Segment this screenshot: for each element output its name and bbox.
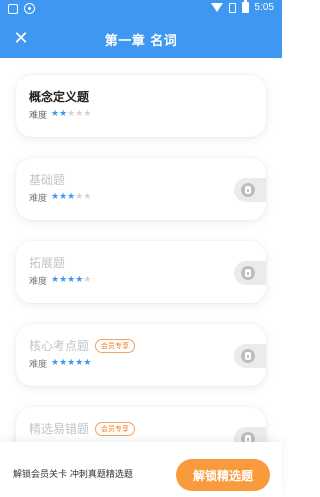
lock-indicator — [234, 344, 266, 368]
difficulty-stars: ★★★★★ — [51, 359, 91, 368]
star-filled-icon: ★ — [51, 192, 60, 202]
card-title: 核心考点题 会员专享 — [29, 337, 136, 354]
question-type-card[interactable]: 核心考点题 会员专享 难度 ★ ★ ★ ★ ★ — [16, 324, 266, 386]
card-title-text: 概念定义题 — [29, 90, 90, 104]
question-type-card[interactable]: 概念定义题 难度 ★ ★ ★ ★ ★ — [16, 75, 266, 137]
lock-icon — [241, 266, 255, 280]
difficulty-stars: ★★★★★ — [51, 110, 91, 119]
lock-icon — [241, 349, 255, 363]
star-empty-icon: ★ — [75, 109, 84, 119]
star-filled-icon: ★ — [67, 358, 76, 368]
difficulty-label: 难度 — [29, 360, 48, 370]
sync-notification-icon — [24, 3, 35, 14]
card-title: 拓展题 — [29, 254, 65, 271]
star-filled-icon: ★ — [59, 109, 68, 119]
status-time: 5:05 — [254, 2, 274, 13]
difficulty-row: 难度★★★★★ — [29, 357, 91, 371]
star-filled-icon: ★ — [51, 358, 60, 368]
star-filled-icon: ★ — [51, 109, 60, 119]
image-notification-icon — [8, 3, 18, 14]
card-title-text: 基础题 — [29, 173, 66, 187]
card-title-text: 拓展题 — [29, 256, 66, 270]
lock-icon — [241, 183, 255, 197]
star-filled-icon: ★ — [75, 358, 84, 368]
star-filled-icon: ★ — [67, 192, 76, 202]
card-title: 基础题 — [29, 171, 65, 188]
lock-indicator — [234, 261, 266, 285]
difficulty-label: 难度 — [29, 111, 48, 121]
lock-indicator — [234, 178, 266, 202]
star-filled-icon: ★ — [59, 358, 68, 368]
difficulty-row: 难度★★★★★ — [29, 108, 91, 122]
difficulty-row: 难度★★★★★ — [29, 191, 91, 205]
battery-icon — [241, 0, 249, 13]
member-badge: 会员专享 — [95, 338, 136, 353]
question-type-card[interactable]: 拓展题 难度 ★ ★ ★ ★ ★ — [16, 241, 266, 303]
card-title-text: 精选易错题 — [29, 422, 90, 436]
star-filled-icon: ★ — [75, 275, 84, 285]
star-filled-icon: ★ — [67, 275, 76, 285]
member-badge: 会员专享 — [95, 421, 136, 436]
bottom-promo-text: 解锁会员关卡 冲刺真题精选题 — [13, 470, 133, 480]
wifi-icon — [210, 3, 223, 12]
star-empty-icon: ★ — [83, 109, 92, 119]
star-empty-icon: ★ — [83, 192, 92, 202]
star-empty-icon: ★ — [75, 192, 84, 202]
star-empty-icon: ★ — [83, 275, 92, 285]
difficulty-stars: ★★★★★ — [51, 193, 91, 202]
difficulty-stars: ★★★★★ — [51, 276, 91, 285]
difficulty-label: 难度 — [29, 277, 48, 287]
question-type-card[interactable]: 基础题 难度 ★ ★ ★ ★ ★ — [16, 158, 266, 220]
page-title: 第一章 名词 — [104, 34, 178, 49]
card-title: 精选易错题 会员专享 — [29, 420, 136, 437]
card-title: 概念定义题 — [29, 88, 89, 105]
star-filled-icon: ★ — [59, 275, 68, 285]
star-empty-icon: ★ — [67, 109, 76, 119]
card-title-text: 核心考点题 — [29, 339, 90, 353]
difficulty-row: 难度★★★★★ — [29, 274, 91, 288]
star-filled-icon: ★ — [51, 275, 60, 285]
star-filled-icon: ★ — [83, 358, 92, 368]
title-bar: ✕ 第一章 名词 — [0, 18, 282, 58]
unlock-button[interactable]: 解锁精选题 — [176, 459, 270, 491]
bottom-bar: 解锁会员关卡 冲刺真题精选题 解锁精选题 — [0, 442, 282, 497]
star-filled-icon: ★ — [59, 192, 68, 202]
status-bar: 5:05 — [0, 0, 282, 18]
difficulty-label: 难度 — [29, 194, 48, 204]
no-signal-icon — [228, 2, 236, 13]
